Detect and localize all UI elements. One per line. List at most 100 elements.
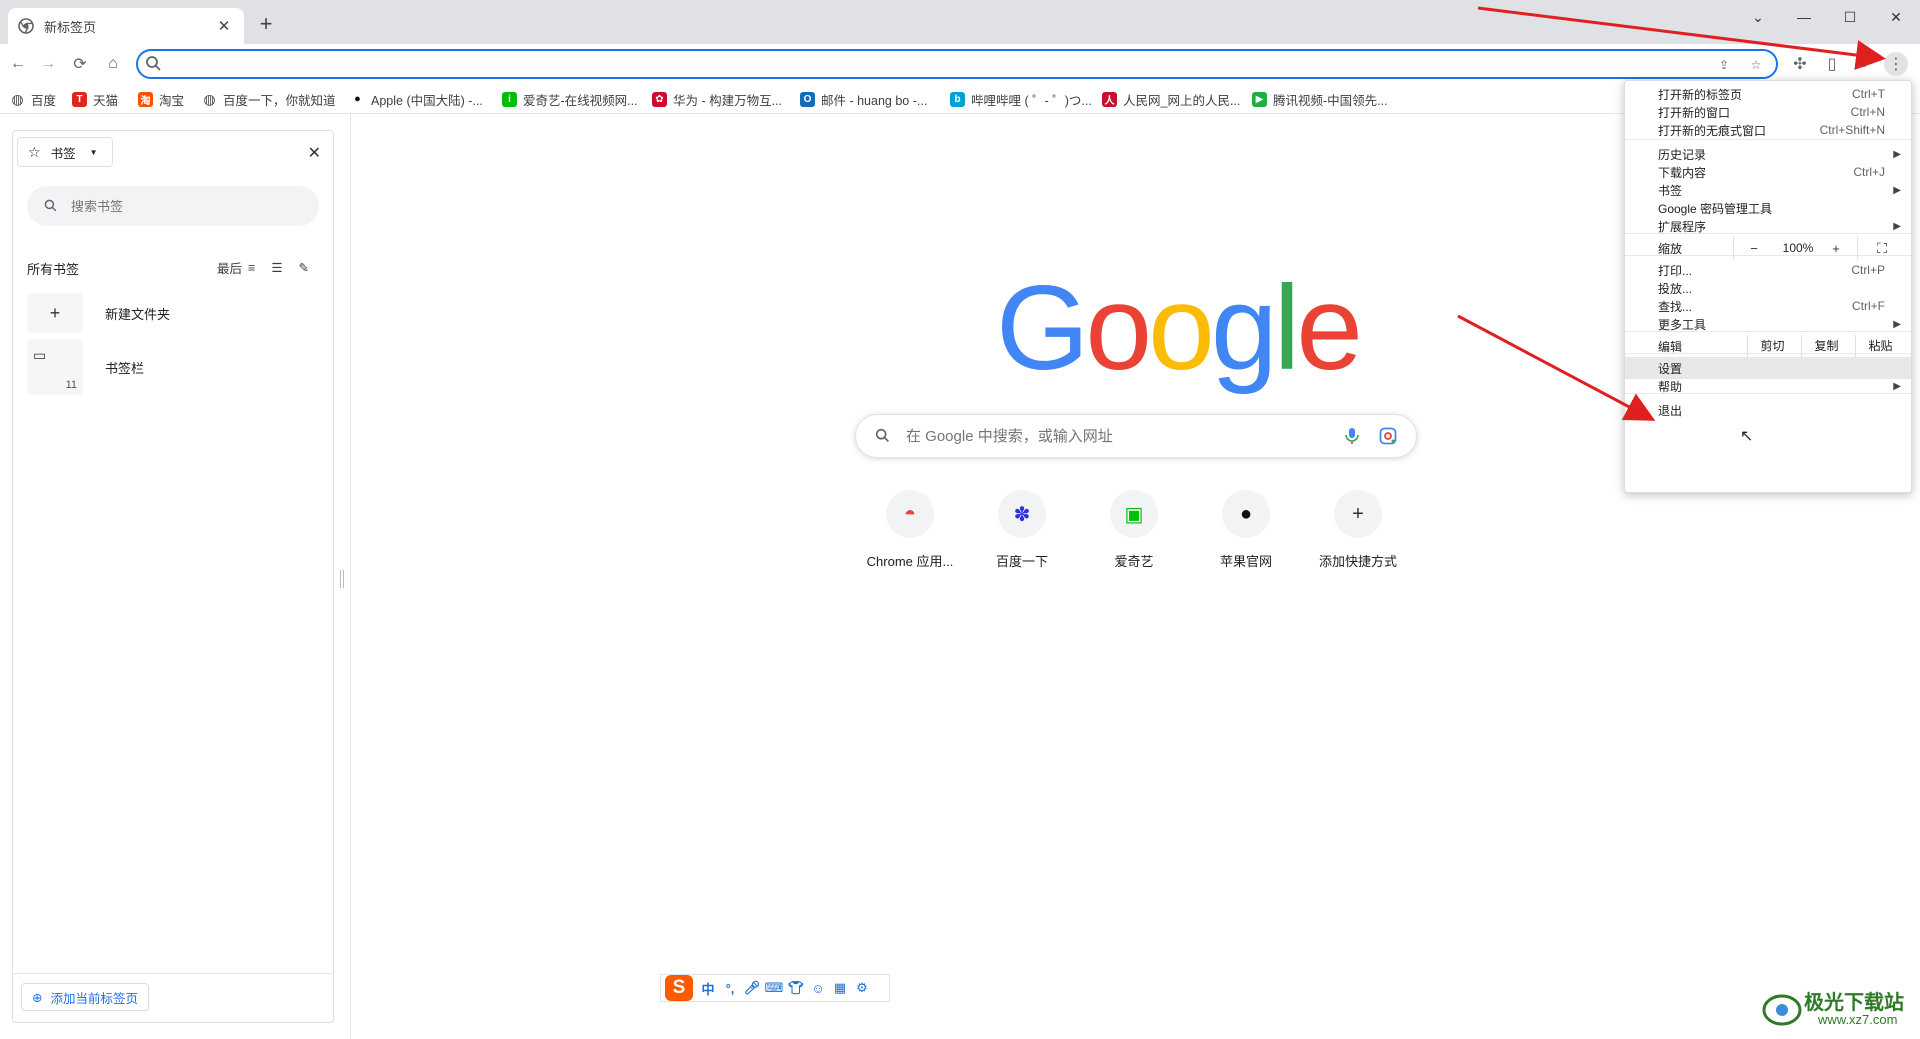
menu-item[interactable]: 扩展程序 ▶ [1625, 215, 1911, 237]
edit-pencil-icon[interactable]: ✎ [299, 260, 309, 275]
bookmarks-bar-folder-label: 书签栏 [105, 360, 145, 376]
ime-keyboard-icon[interactable]: ⌨ [763, 980, 785, 996]
bookmark-search-input[interactable] [71, 198, 291, 214]
ime-microphone-icon[interactable]: 🎤︎ [741, 980, 763, 996]
menu-item-shortcut: Ctrl+P [1851, 263, 1885, 277]
extensions-puzzle-icon[interactable]: ✣ [1788, 52, 1812, 76]
ime-emoji-icon[interactable]: ☺ [807, 981, 829, 996]
forward-icon[interactable]: → [36, 52, 60, 76]
shortcut-tile[interactable]: ✽ 百度一下 [966, 490, 1078, 570]
bookmark-item[interactable]: ◍ 百度 [10, 90, 56, 108]
shortcut-tile[interactable]: ▣ 爱奇艺 [1078, 490, 1190, 570]
shortcut-tile[interactable]: ◓ Chrome 应用... [854, 490, 966, 570]
watermark-url: www.xz7.com [1818, 1012, 1898, 1027]
divider [1857, 237, 1858, 259]
bookmark-item[interactable]: O 邮件 - huang bo -... [800, 90, 927, 108]
divider [13, 973, 333, 974]
new-tab-button[interactable]: + [254, 13, 278, 37]
share-icon[interactable]: ⇪ [1714, 55, 1734, 75]
bookmark-label: 人民网_网上的人民... [1123, 93, 1241, 108]
chrome-main-menu: 打开新的标签页 Ctrl+T 打开新的窗口 Ctrl+N 打开新的无痕式窗口 Ctrl+S… [1624, 80, 1912, 493]
google-lens-icon[interactable] [1378, 426, 1398, 446]
copy-button[interactable]: 复制 [1801, 335, 1851, 357]
address-bar[interactable]: ⇪ ☆ [136, 49, 1778, 79]
paste-button[interactable]: 粘贴 [1855, 335, 1905, 357]
bookmark-search-box[interactable] [27, 186, 319, 226]
new-folder-item[interactable]: + 新建文件夹 [27, 293, 317, 333]
menu-item-label: 更多工具 [1658, 317, 1707, 332]
bookmark-item[interactable]: ✿ 华为 - 构建万物互... [652, 90, 782, 108]
menu-item[interactable]: 打开新的无痕式窗口 Ctrl+Shift+N [1625, 119, 1911, 141]
submenu-arrow-icon: ▶ [1893, 318, 1901, 330]
side-panel-dropdown[interactable]: ☆ 书签 ▼ [17, 137, 113, 167]
bookmark-item[interactable]: b 哔哩哔哩 ( ゜- ゜)つ... [950, 90, 1092, 108]
bookmark-item[interactable]: 淘淘宝 [138, 90, 184, 108]
menu-item[interactable]: 帮助 ▶ [1625, 375, 1911, 397]
add-circle-icon: ⊕ [32, 990, 43, 1005]
menu-item-label: 打印... [1658, 263, 1693, 278]
side-panel-resize-handle[interactable] [340, 570, 344, 588]
tab-new-tab[interactable]: 新标签页 ✕ [8, 8, 244, 44]
sogou-logo-icon[interactable]: S [665, 975, 693, 1001]
bookmark-item[interactable]: 人人民网_网上的人民... [1102, 90, 1240, 108]
maximize-button[interactable]: ☐ [1827, 4, 1873, 30]
close-window-button[interactable]: ✕ [1873, 4, 1919, 30]
fullscreen-icon[interactable]: ⛶ [1869, 240, 1895, 257]
close-side-panel-icon[interactable]: ✕ [308, 143, 321, 163]
bookmark-label: 天猫 [93, 93, 119, 108]
google-search-input[interactable] [906, 427, 1326, 445]
reload-icon[interactable]: ⟳ [68, 52, 92, 76]
bookmarks-bar-folder-item[interactable]: ▭ 11 书签栏 [27, 339, 317, 395]
add-current-tab-button[interactable]: ⊕ 添加当前标签页 [21, 983, 149, 1011]
tab-close-icon[interactable]: ✕ [214, 17, 234, 35]
ime-skin-shirt-icon[interactable]: 👕︎ [785, 980, 807, 996]
sogou-ime-toolbar: S 中 °, 🎤︎ ⌨ 👕︎ ☺ ▦ ⚙ [660, 974, 890, 1002]
menu-item-shortcut: Ctrl+Shift+N [1819, 123, 1885, 137]
apple-icon: ● [354, 93, 361, 105]
ime-mode-toggle[interactable]: 中 [697, 979, 719, 998]
bookmark-label: 百度 [31, 93, 57, 108]
bookmark-item[interactable]: T 天猫 [72, 90, 118, 108]
iqiyi-icon: i [502, 91, 517, 107]
shortcut-tile[interactable]: ● 苹果官网 [1190, 490, 1302, 570]
menu-item[interactable]: 退出 [1625, 399, 1911, 421]
divider [1733, 237, 1734, 259]
menu-kebab-icon[interactable]: ⋮ [1884, 52, 1908, 76]
menu-item[interactable]: 更多工具 ▶ [1625, 313, 1911, 335]
address-input[interactable] [172, 54, 1672, 74]
bookmark-label: 华为 - 构建万物互... [673, 93, 783, 108]
bookmark-item[interactable]: ▶ 腾讯视频-中国领先... [1252, 90, 1388, 108]
bilibili-icon: b [950, 91, 965, 107]
google-logo-letter: o [1085, 261, 1152, 395]
plus-icon: + [1334, 490, 1382, 538]
home-icon[interactable]: ⌂ [101, 52, 125, 76]
back-icon[interactable]: ← [6, 52, 30, 76]
tmall-icon: T [72, 91, 87, 107]
cut-button[interactable]: 剪切 [1747, 335, 1797, 357]
ime-settings-gear-icon[interactable]: ⚙ [851, 980, 873, 996]
menu-item-label: 帮助 [1658, 379, 1683, 394]
sort-button[interactable]: 最后 ≡ ☰ ✎ [217, 258, 309, 277]
all-bookmarks-heading: 所有书签 [27, 262, 80, 277]
side-panel-icon[interactable]: ▯ [1820, 52, 1844, 76]
ime-apps-grid-icon[interactable]: ▦ [829, 980, 851, 996]
zoom-out-button[interactable]: − [1741, 241, 1767, 256]
menu-item-label: 书签 [1658, 183, 1683, 198]
minimize-button[interactable]: — [1781, 4, 1827, 30]
profile-avatar-icon[interactable]: ● [1852, 52, 1876, 76]
zoom-in-button[interactable]: + [1823, 241, 1849, 256]
tab-search-chevron-icon[interactable]: ⌄ [1735, 4, 1781, 30]
bookmark-item[interactable]: ◍ 百度一下，你就知道 [202, 90, 335, 108]
menu-item-label: 下载内容 [1658, 165, 1707, 180]
iqiyi-icon: ▣ [1110, 490, 1158, 538]
ime-punct-toggle[interactable]: °, [719, 981, 741, 996]
bookmark-star-icon[interactable]: ☆ [1746, 55, 1766, 75]
google-search-box[interactable] [855, 414, 1417, 458]
bookmark-item[interactable]: i 爱奇艺-在线视频网... [502, 90, 638, 108]
list-view-icon[interactable]: ☰ [271, 260, 282, 275]
bookmark-item[interactable]: ● Apple (中国大陆) -... [350, 90, 483, 108]
add-current-tab-label: 添加当前标签页 [50, 991, 138, 1006]
voice-search-mic-icon[interactable] [1342, 426, 1362, 446]
arrow-to-settings-item [1457, 314, 1656, 421]
shortcut-tile[interactable]: + 添加快捷方式 [1302, 490, 1414, 570]
